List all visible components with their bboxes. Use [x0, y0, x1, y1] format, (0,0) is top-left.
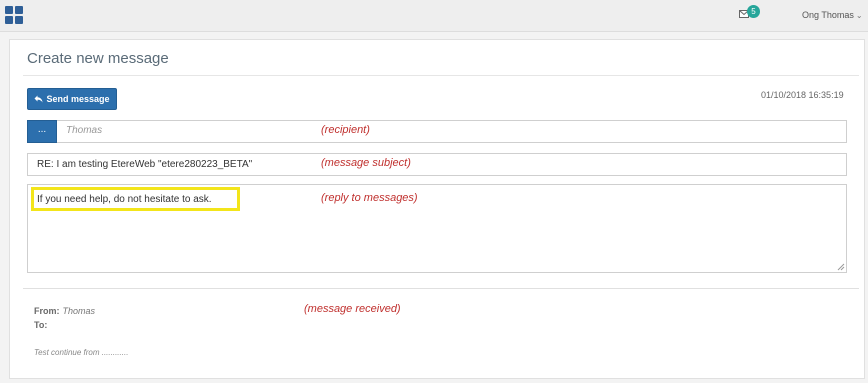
send-message-label: Send message: [46, 94, 110, 104]
grid-tile: [5, 16, 13, 24]
message-timestamp: 01/10/2018 16:35:19: [761, 90, 844, 100]
grid-tile: [15, 16, 23, 24]
grid-tile: [15, 6, 23, 14]
select-recipient-button[interactable]: ...: [27, 120, 57, 143]
user-name: Ong Thomas: [802, 10, 854, 20]
page-title: Create new message: [27, 50, 169, 67]
top-bar: 5 Ong Thomas ⌄: [0, 0, 868, 32]
received-annotation: (message received): [304, 303, 401, 315]
from-value: Thomas: [62, 306, 96, 316]
section-divider: [23, 288, 859, 289]
grid-tile: [5, 6, 13, 14]
user-menu[interactable]: Ong Thomas ⌄: [802, 10, 863, 20]
title-divider: [23, 75, 859, 76]
resize-grip-icon[interactable]: [837, 263, 845, 271]
recipient-input[interactable]: Thomas: [66, 125, 102, 136]
reply-annotation: (reply to messages): [321, 192, 418, 204]
to-label: To:: [34, 320, 48, 330]
chevron-down-icon: ⌄: [855, 11, 863, 20]
subject-input[interactable]: RE: I am testing EtereWeb "etere280223_B…: [37, 159, 252, 170]
message-body-text: If you need help, do not hesitate to ask…: [37, 194, 212, 205]
received-body-preview: Test continue from ............: [34, 348, 129, 357]
received-to-line: To:: [34, 320, 50, 330]
message-panel: Create new message Send message 01/10/20…: [9, 39, 865, 379]
unread-count-badge[interactable]: 5: [747, 5, 760, 18]
send-message-button[interactable]: Send message: [27, 88, 117, 110]
grid-icon[interactable]: [5, 6, 24, 25]
reply-icon: [34, 95, 43, 103]
from-label: From:: [34, 306, 60, 316]
message-body-textarea[interactable]: If you need help, do not hesitate to ask…: [27, 184, 847, 273]
subject-field[interactable]: RE: I am testing EtereWeb "etere280223_B…: [27, 153, 847, 176]
received-from-line: From: Thomas: [34, 306, 95, 316]
subject-annotation: (message subject): [321, 157, 411, 169]
recipient-annotation: (recipient): [321, 124, 370, 136]
recipient-field[interactable]: ... Thomas: [27, 120, 847, 143]
